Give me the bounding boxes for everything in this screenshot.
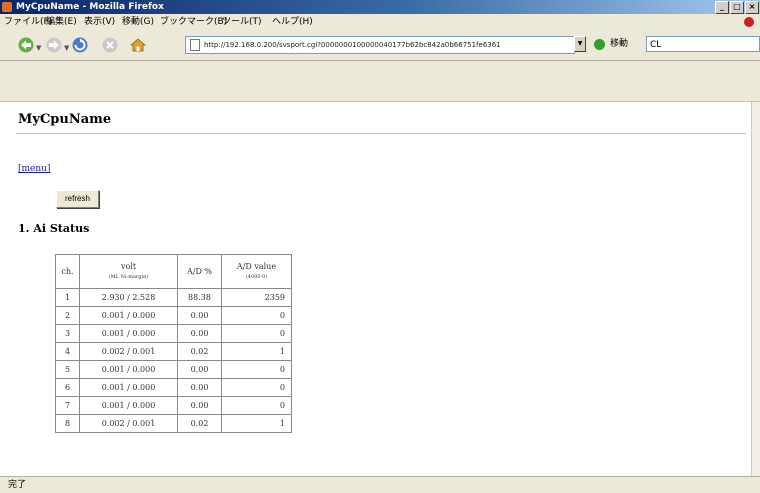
cell-ad-value: 0 (221, 396, 292, 415)
header-ch: ch. (55, 254, 80, 289)
menu-bar: ファイル(F) 編集(E) 表示(V) 移動(G) ブックマーク(B) ツール(… (0, 14, 760, 30)
cell-ad-percent: 88.38 (177, 288, 222, 307)
home-icon[interactable] (130, 37, 146, 53)
cell-ch: 2 (55, 306, 80, 325)
header-ad-value: A/D value (4095-0) (221, 254, 292, 289)
page-title: MyCpuName (18, 112, 112, 127)
table-row: 5 0.001 / 0.000 0.00 0 (55, 360, 292, 379)
table-row: 2 0.001 / 0.000 0.00 0 (55, 306, 292, 325)
go-icon[interactable] (594, 39, 605, 50)
stop-icon[interactable] (102, 37, 118, 53)
cell-volt: 0.001 / 0.000 (79, 306, 178, 325)
cell-ad-percent: 0.00 (177, 306, 222, 325)
cell-volt: 0.001 / 0.000 (79, 324, 178, 343)
cell-ad-percent: 0.02 (177, 342, 222, 361)
throbber-icon (744, 17, 754, 27)
section-heading: 1. Ai Status (18, 222, 90, 235)
vertical-scrollbar[interactable] (751, 102, 760, 476)
url-text: http://192.168.0.200/svsport.cgi?0000000… (204, 41, 501, 49)
cell-ad-value: 2359 (221, 288, 292, 307)
firefox-icon (2, 2, 12, 12)
cell-ch: 3 (55, 324, 80, 343)
cell-ad-percent: 0.00 (177, 324, 222, 343)
cell-volt: 0.001 / 0.000 (79, 378, 178, 397)
cell-volt: 2.930 / 2.528 (79, 288, 178, 307)
header-volt-sub: (ML Ni-margin) (108, 273, 149, 280)
cell-ad-percent: 0.00 (177, 360, 222, 379)
navigation-toolbar: ▼ ▼ http://192.168.0.200/svsport.cgi?000… (0, 30, 760, 61)
title-divider (16, 133, 746, 134)
cell-ch: 7 (55, 396, 80, 415)
cell-ad-value: 0 (221, 378, 292, 397)
cell-ch: 1 (55, 288, 80, 307)
back-dropdown-icon[interactable]: ▼ (36, 44, 41, 52)
refresh-button[interactable]: refresh (56, 190, 99, 208)
cell-ad-percent: 0.02 (177, 414, 222, 433)
menu-bookmarks[interactable]: ブックマーク(B) (160, 14, 227, 30)
cell-ad-percent: 0.00 (177, 378, 222, 397)
table-row: 3 0.001 / 0.000 0.00 0 (55, 324, 292, 343)
address-bar[interactable]: http://192.168.0.200/svsport.cgi?0000000… (185, 36, 575, 54)
menu-view[interactable]: 表示(V) (84, 14, 115, 30)
cell-ch: 5 (55, 360, 80, 379)
cell-ad-value: 0 (221, 360, 292, 379)
cell-volt: 0.001 / 0.000 (79, 396, 178, 415)
table-header-row: ch. volt (ML Ni-margin) A/D % A/D value (4… (55, 254, 292, 289)
cell-ad-value: 1 (221, 414, 292, 433)
table-row: 6 0.001 / 0.000 0.00 0 (55, 378, 292, 397)
cell-ad-value: 0 (221, 324, 292, 343)
window-controls: _ □ × (715, 0, 760, 14)
header-volt: volt (ML Ni-margin) (79, 254, 178, 289)
bookmarks-toolbar (0, 61, 760, 102)
forward-dropdown-icon[interactable]: ▼ (64, 44, 69, 52)
reload-icon[interactable] (72, 37, 88, 53)
close-button[interactable]: × (745, 1, 759, 14)
cell-ch: 6 (55, 378, 80, 397)
cell-volt: 0.002 / 0.001 (79, 342, 178, 361)
menu-link[interactable]: [menu] (18, 164, 50, 174)
header-ad-value-sub: (4095-0) (245, 273, 268, 280)
back-arrow-icon[interactable] (18, 37, 34, 53)
menu-go[interactable]: 移動(G) (122, 14, 154, 30)
cell-ad-percent: 0.00 (177, 396, 222, 415)
menu-help[interactable]: ヘルプ(H) (272, 14, 313, 30)
header-ad-percent: A/D % (177, 254, 222, 289)
ai-status-table: ch. volt (ML Ni-margin) A/D % A/D value (4… (55, 254, 292, 433)
window-title: MyCpuName - Mozilla Firefox (16, 2, 164, 12)
status-bar: 完了 (0, 476, 760, 493)
maximize-button[interactable]: □ (730, 1, 744, 14)
window-titlebar: MyCpuName - Mozilla Firefox _ □ × (0, 0, 760, 14)
cell-volt: 0.002 / 0.001 (79, 414, 178, 433)
menu-tools[interactable]: ツール(T) (222, 14, 262, 30)
header-ad-value-label: A/D value (236, 261, 277, 271)
table-row: 1 2.930 / 2.528 88.38 2359 (55, 288, 292, 307)
table-row: 8 0.002 / 0.001 0.02 1 (55, 414, 292, 433)
table-row: 7 0.001 / 0.000 0.00 0 (55, 396, 292, 415)
header-volt-label: volt (120, 261, 137, 271)
url-history-dropdown[interactable]: ▼ (574, 36, 586, 52)
cell-ad-value: 1 (221, 342, 292, 361)
menu-edit[interactable]: 編集(E) (46, 14, 77, 30)
status-text: 完了 (8, 480, 27, 490)
page-icon (190, 39, 200, 51)
go-button[interactable]: 移動 (610, 37, 628, 51)
page-content: MyCpuName [menu] refresh 1. Ai Status ch… (0, 102, 752, 476)
menu-file[interactable]: ファイル(F) (4, 14, 52, 30)
search-input[interactable]: CL (646, 36, 760, 52)
table-row: 4 0.002 / 0.001 0.02 1 (55, 342, 292, 361)
minimize-button[interactable]: _ (715, 1, 729, 14)
cell-ad-value: 0 (221, 306, 292, 325)
cell-volt: 0.001 / 0.000 (79, 360, 178, 379)
cell-ch: 8 (55, 414, 80, 433)
cell-ch: 4 (55, 342, 80, 361)
forward-arrow-icon[interactable] (46, 37, 62, 53)
